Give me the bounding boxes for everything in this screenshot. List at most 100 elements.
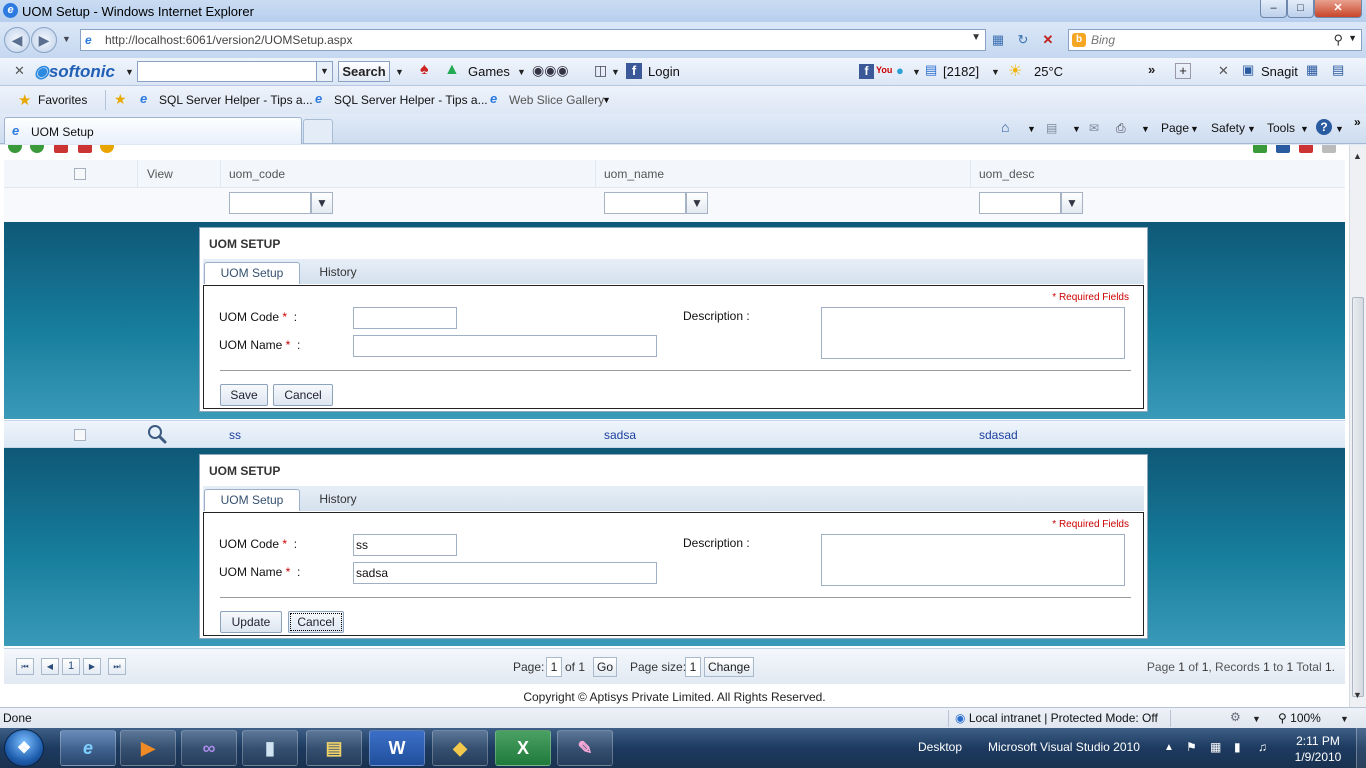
games-link[interactable]: Games [468,64,510,79]
address-dropdown-icon[interactable]: ▼ [971,32,981,43]
softonic-search-input[interactable]: ▼ [137,61,333,82]
chevron-down-icon[interactable]: ▼ [611,67,620,77]
ie-taskbar-button[interactable]: e [60,730,116,766]
description-textarea[interactable] [821,534,1125,586]
next-page-button[interactable]: ▶ [83,658,101,675]
desktop-toolbar[interactable]: Desktop [918,740,962,754]
home-icon[interactable]: ⌂ [1001,119,1009,135]
softonic-logo[interactable]: ◉softonic [34,62,115,82]
login-link[interactable]: Login [648,64,680,79]
stop-icon[interactable]: ✕ [1038,30,1058,50]
close-window-button[interactable]: ✕ [1314,0,1362,18]
facebook-icon[interactable]: f [626,63,642,79]
tv-icon[interactable]: ◫ [594,62,607,79]
favorites-button[interactable]: Favorites [38,93,87,107]
feeds-icon[interactable]: ▤ [1046,121,1057,135]
new-tab-button[interactable] [303,119,333,144]
snagit-button[interactable]: Snagit [1261,64,1298,79]
chevron-down-icon[interactable]: ▼ [1072,124,1081,134]
chevron-down-icon[interactable]: ▼ [1340,714,1349,724]
softonic-menu-icon[interactable]: ▼ [125,67,134,77]
protected-mode-icon[interactable]: ⚙ [1230,710,1241,724]
add-to-favorites-icon[interactable]: ★ [114,91,127,108]
chevron-down-icon[interactable]: ▼ [1141,124,1150,134]
tab-uom-setup[interactable]: e UOM Setup [4,117,302,144]
export-icon[interactable] [78,145,92,153]
help-icon[interactable]: ? [1316,119,1332,135]
csv-export-icon[interactable] [1322,145,1336,153]
scroll-up-icon[interactable]: ▲ [1353,151,1362,161]
cancel-button[interactable]: Cancel [273,384,333,406]
chevron-down-icon[interactable]: ▼ [517,67,526,77]
snagit-icon[interactable]: ▣ [1242,62,1254,78]
page-size-input[interactable]: 1 [685,657,701,677]
minimize-button[interactable]: – [1260,0,1287,18]
column-header-uom-desc[interactable]: uom_desc [979,167,1034,181]
compatibility-icon[interactable]: ▦ [988,30,1008,50]
favorite-link-1[interactable]: SQL Server Helper - Tips a... [159,93,313,107]
column-header-uom-name[interactable]: uom_name [604,167,664,181]
chevron-down-icon[interactable]: ▼ [1252,714,1261,724]
weather-temp[interactable]: 25°C [1034,64,1063,79]
outlook-taskbar-button[interactable]: ◆ [432,730,488,766]
page-number-button[interactable]: 1 [62,658,80,675]
games-icon[interactable]: ▲ [444,61,460,79]
select-all-checkbox[interactable] [74,168,86,180]
news-icon[interactable]: ▤ [925,62,937,78]
softonic-search-button[interactable]: Search [338,61,390,82]
forward-button[interactable]: ▶ [31,27,57,53]
close-toolbar-icon[interactable]: ✕ [14,63,25,79]
paint-taskbar-button[interactable]: ✎ [557,730,613,766]
chevron-down-icon[interactable]: ▼ [1335,124,1344,134]
refresh-grid-icon[interactable] [30,145,44,153]
refresh-icon[interactable]: ↻ [1013,30,1033,50]
news-count[interactable]: [2182] [943,64,979,79]
mail-icon[interactable]: ✉ [1089,121,1099,135]
explorer-taskbar-button[interactable]: ▤ [306,730,362,766]
row-checkbox[interactable] [74,429,86,441]
cell-uom-desc[interactable]: sdasad [979,428,1018,442]
chevron-down-icon[interactable]: ▼ [602,95,611,105]
show-desktop-button[interactable] [1356,728,1366,768]
url-text[interactable]: http://localhost:6061/version2/UOMSetup.… [105,33,352,47]
tab-uom-setup[interactable]: UOM Setup [204,262,300,284]
search-options-icon[interactable]: ▼ [1348,33,1357,43]
weather-icon[interactable]: ☀ [1008,61,1022,81]
pdf-export-icon[interactable] [1299,145,1313,153]
snagit-capture-icon[interactable]: ▦ [1306,62,1318,78]
more-chevron-icon[interactable]: » [1354,115,1361,129]
close-snagit-icon[interactable]: ✕ [1218,63,1229,79]
uom-name-filter-input[interactable] [604,192,686,214]
youtube-icon[interactable]: You [876,65,892,75]
add-icon[interactable] [8,145,22,153]
bing-search-input[interactable] [1091,32,1321,48]
chevron-down-icon[interactable]: ▼ [1300,124,1309,134]
scroll-down-icon[interactable]: ▼ [1353,690,1362,700]
device-icon[interactable]: ▦ [1210,740,1221,754]
media-player-taskbar-button[interactable]: ▶ [120,730,176,766]
bing-search-box[interactable]: b ⚲ ▼ [1068,29,1362,51]
search-icon[interactable]: ⚲ [1333,32,1343,48]
favorite-link-2[interactable]: SQL Server Helper - Tips a... [334,93,488,107]
chevron-down-icon[interactable]: ▼ [395,67,404,77]
change-button[interactable]: Change [704,657,754,677]
snagit-window-icon[interactable]: ▤ [1332,62,1344,78]
facebook-share-icon[interactable]: f [859,64,874,79]
description-textarea[interactable] [821,307,1125,359]
scroll-thumb[interactable] [1352,297,1364,697]
update-button[interactable]: Update [220,611,282,633]
word-export-icon[interactable] [1276,145,1290,153]
media-player-icon[interactable]: ◉◉◉ [532,62,569,79]
last-page-button[interactable]: ⏭ [108,658,126,675]
chevron-down-icon[interactable]: ▼ [991,67,1000,77]
view-magnifier-icon[interactable] [147,424,167,444]
table-row[interactable]: ss sadsa sdasad [4,420,1345,448]
address-bar[interactable]: e http://localhost:6061/version2/UOMSetu… [80,29,986,51]
vertical-scrollbar[interactable]: ▲ ▼ [1349,145,1366,707]
tray-expand-icon[interactable]: ▲ [1164,742,1174,753]
uom-code-input[interactable] [353,534,457,556]
uom-name-input[interactable] [353,335,657,357]
safety-menu[interactable]: Safety [1211,121,1245,135]
edit-icon[interactable] [100,145,114,153]
uom-desc-filter-input[interactable] [979,192,1061,214]
